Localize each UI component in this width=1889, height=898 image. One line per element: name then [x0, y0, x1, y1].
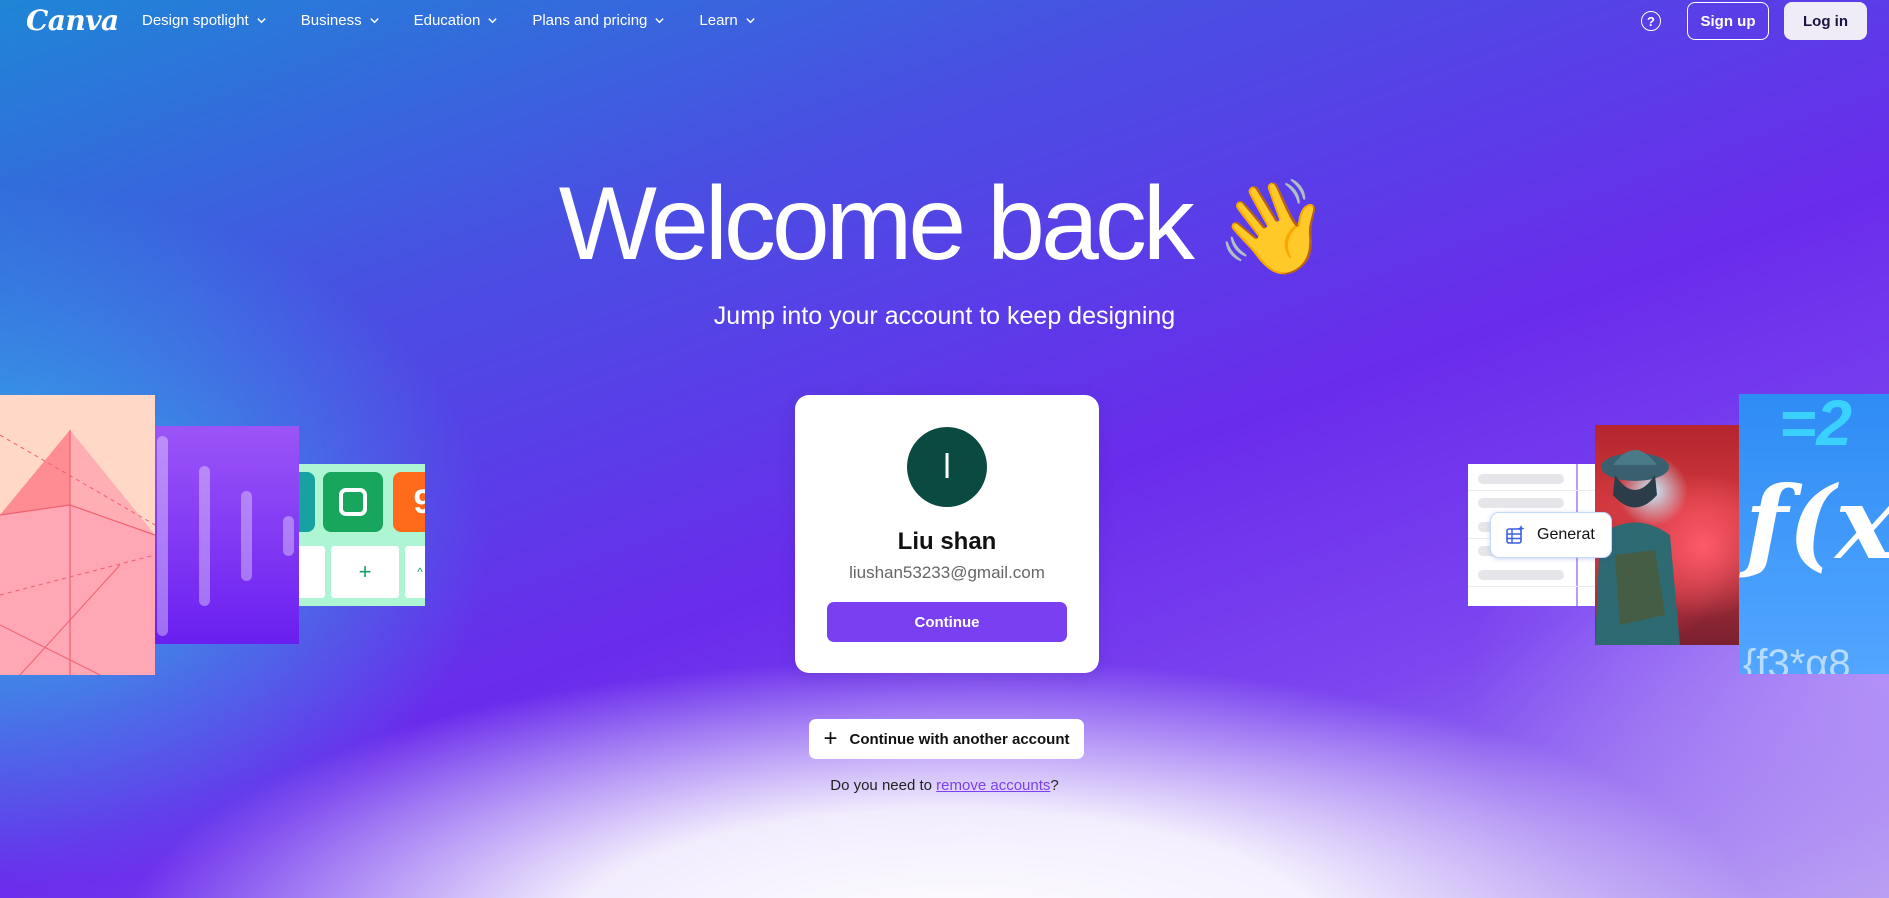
- generate-label: Generat: [1537, 526, 1595, 543]
- nav-item-label: Education: [413, 12, 481, 29]
- hero-title-text: Welcome back: [558, 166, 1195, 282]
- decorative-audio-image: [155, 426, 299, 644]
- chevron-down-icon: [655, 18, 665, 24]
- nav-item-design-spotlight[interactable]: Design spotlight: [142, 12, 267, 29]
- chevron-down-icon: [488, 18, 498, 24]
- decorative-photo-image: [1595, 425, 1739, 645]
- math-formula-text: f(x): [1745, 464, 1889, 582]
- canva-logo[interactable]: Canva: [26, 4, 119, 37]
- account-name: Liu shan: [897, 528, 997, 555]
- chevron-down-icon: [369, 18, 379, 24]
- another-account-label: Continue with another account: [849, 730, 1070, 748]
- login-button[interactable]: Log in: [1784, 2, 1867, 40]
- nav-item-business[interactable]: Business: [301, 12, 380, 29]
- hero-subtitle: Jump into your account to keep designing: [713, 302, 1176, 330]
- nav-item-label: Learn: [699, 12, 738, 29]
- nav-item-label: Design spotlight: [142, 12, 249, 29]
- chevron-down-icon: [746, 18, 755, 24]
- remove-accounts-prompt: Do you need to remove accounts?: [0, 777, 1889, 794]
- nav-item-education[interactable]: Education: [414, 12, 499, 29]
- nav-item-label: Plans and pricing: [532, 12, 648, 29]
- math-bottom-text: {f3*α8: [1743, 642, 1851, 674]
- remove-accounts-link[interactable]: remove accounts: [936, 777, 1050, 794]
- hero-title: Welcome back 👋: [0, 165, 1889, 284]
- top-nav: Canva Design spotlight Business Educatio…: [0, 0, 1889, 44]
- generate-pill: Generat: [1490, 512, 1612, 558]
- account-email: liushan53233@gmail.com: [849, 563, 1045, 582]
- waving-hand-icon: 👋: [1215, 177, 1331, 279]
- plus-icon: +: [823, 725, 838, 752]
- decorative-app-tiles-image: 9 + ^: [299, 464, 425, 606]
- decorative-geometric-image: [0, 395, 155, 675]
- continue-button[interactable]: Continue: [827, 602, 1067, 642]
- nav-menu: Design spotlight Business Education Plan…: [142, 12, 790, 29]
- account-card: l Liu shan liushan53233@gmail.com Contin…: [795, 395, 1099, 673]
- nav-item-learn[interactable]: Learn: [699, 12, 755, 29]
- remove-suffix: ?: [1050, 777, 1059, 794]
- avatar: l: [907, 427, 987, 507]
- table-sparkle-icon: [1506, 525, 1525, 544]
- decorative-math-image: =2 f(x) {f3*α8: [1739, 394, 1889, 674]
- continue-with-another-account-button[interactable]: + Continue with another account: [809, 719, 1084, 759]
- remove-prefix: Do you need to: [830, 777, 937, 794]
- nav-item-plans-and-pricing[interactable]: Plans and pricing: [532, 12, 665, 29]
- math-top-text: =2: [1779, 394, 1852, 459]
- chevron-down-icon: [257, 18, 266, 24]
- signup-button[interactable]: Sign up: [1687, 2, 1769, 40]
- help-icon[interactable]: ?: [1641, 11, 1661, 31]
- nav-item-label: Business: [300, 12, 362, 29]
